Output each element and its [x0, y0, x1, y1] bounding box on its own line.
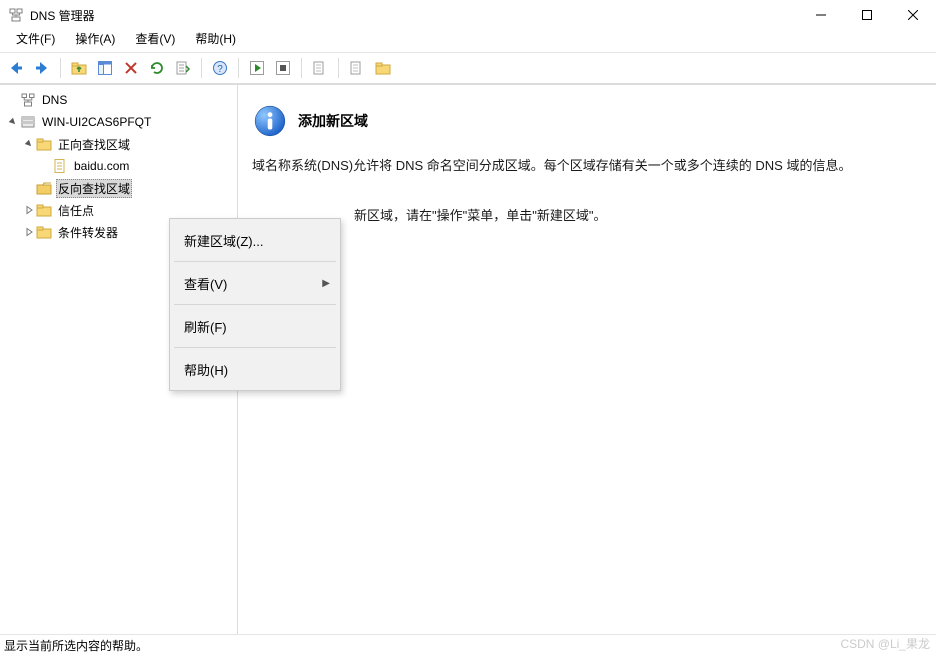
- svg-text:?: ?: [217, 64, 223, 75]
- content-title: 添加新区域: [298, 111, 368, 131]
- toolbar: ?: [0, 52, 936, 84]
- status-text: 显示当前所选内容的帮助。: [4, 637, 148, 654]
- tree-node-label: 反向查找区域: [56, 179, 132, 198]
- tree-node-server[interactable]: WIN-UI2CAS6PFQT: [0, 111, 237, 133]
- context-menu-label: 新建区域(Z)...: [184, 231, 263, 250]
- expand-twisty-open[interactable]: [22, 139, 36, 149]
- back-button[interactable]: [4, 56, 28, 80]
- delete-icon[interactable]: [119, 56, 143, 80]
- forward-button[interactable]: [30, 56, 54, 80]
- tree-node-dns-root[interactable]: DNS: [0, 89, 237, 111]
- context-menu-label: 刷新(F): [184, 317, 227, 336]
- menu-file[interactable]: 文件(F): [8, 28, 63, 49]
- title-bar: DNS 管理器: [0, 0, 936, 30]
- tree-node-reverse-lookup[interactable]: 反向查找区域: [0, 177, 237, 199]
- context-menu: 新建区域(Z)... 查看(V) ▶ 刷新(F) 帮助(H): [169, 218, 341, 391]
- status-bar: 显示当前所选内容的帮助。: [0, 634, 936, 656]
- context-menu-refresh[interactable]: 刷新(F): [170, 307, 340, 345]
- filter-list-icon[interactable]: [345, 56, 369, 80]
- folder-icon: [36, 136, 52, 152]
- dns-mmc-icon: [8, 7, 24, 23]
- export-list-icon[interactable]: [171, 56, 195, 80]
- tree-node-label: 正向查找区域: [56, 135, 132, 154]
- content-pane: 添加新区域 域名称系统(DNS)允许将 DNS 命名空间分成区域。每个区域存储有…: [238, 85, 936, 634]
- menu-view[interactable]: 查看(V): [127, 28, 183, 49]
- action-stop-icon[interactable]: [271, 56, 295, 80]
- help-icon[interactable]: ?: [208, 56, 232, 80]
- close-button[interactable]: [890, 0, 936, 30]
- context-menu-help[interactable]: 帮助(H): [170, 350, 340, 388]
- expand-twisty-closed[interactable]: [22, 205, 36, 215]
- action-run-icon[interactable]: [245, 56, 269, 80]
- menu-separator: [174, 304, 336, 305]
- content-paragraph-2: 新区域，请在"操作"菜单，单击"新建区域"。: [250, 205, 924, 227]
- minimize-button[interactable]: [798, 0, 844, 30]
- context-menu-label: 查看(V): [184, 274, 227, 293]
- info-icon: [254, 105, 286, 137]
- menu-help[interactable]: 帮助(H): [187, 28, 244, 49]
- main-split: DNS WIN-UI2CAS6PFQT 正向查找区域: [0, 84, 936, 634]
- folder-icon: [36, 224, 52, 240]
- expand-twisty-open[interactable]: [6, 117, 20, 127]
- server-icon: [20, 114, 36, 130]
- menu-action[interactable]: 操作(A): [67, 28, 123, 49]
- tree-node-label: DNS: [40, 92, 69, 108]
- properties-icon[interactable]: [308, 56, 332, 80]
- up-level-icon[interactable]: [67, 56, 91, 80]
- refresh-icon[interactable]: [145, 56, 169, 80]
- zone-file-icon: [52, 158, 68, 174]
- folder-icon: [36, 202, 52, 218]
- folder-open-icon: [36, 180, 52, 196]
- tree-node-label: WIN-UI2CAS6PFQT: [40, 114, 153, 130]
- window-title: DNS 管理器: [30, 7, 95, 24]
- tree-node-forward-lookup[interactable]: 正向查找区域: [0, 133, 237, 155]
- tree-node-label: 条件转发器: [56, 223, 120, 242]
- context-menu-label: 帮助(H): [184, 360, 228, 379]
- dns-root-icon: [20, 92, 36, 108]
- submenu-arrow-icon: ▶: [322, 278, 330, 289]
- tree-node-label: 信任点: [56, 201, 96, 220]
- maximize-button[interactable]: [844, 0, 890, 30]
- context-menu-new-zone[interactable]: 新建区域(Z)...: [170, 221, 340, 259]
- tree-node-baidu[interactable]: baidu.com: [0, 155, 237, 177]
- show-hide-console-tree-icon[interactable]: [93, 56, 117, 80]
- new-zone-shortcut-icon[interactable]: [371, 56, 395, 80]
- content-paragraph-1: 域名称系统(DNS)允许将 DNS 命名空间分成区域。每个区域存储有关一个或多个…: [250, 155, 924, 177]
- expand-twisty-closed[interactable]: [22, 227, 36, 237]
- context-menu-view[interactable]: 查看(V) ▶: [170, 264, 340, 302]
- menu-separator: [174, 347, 336, 348]
- menu-bar: 文件(F) 操作(A) 查看(V) 帮助(H): [0, 30, 936, 52]
- tree-node-label: baidu.com: [72, 158, 131, 174]
- menu-separator: [174, 261, 336, 262]
